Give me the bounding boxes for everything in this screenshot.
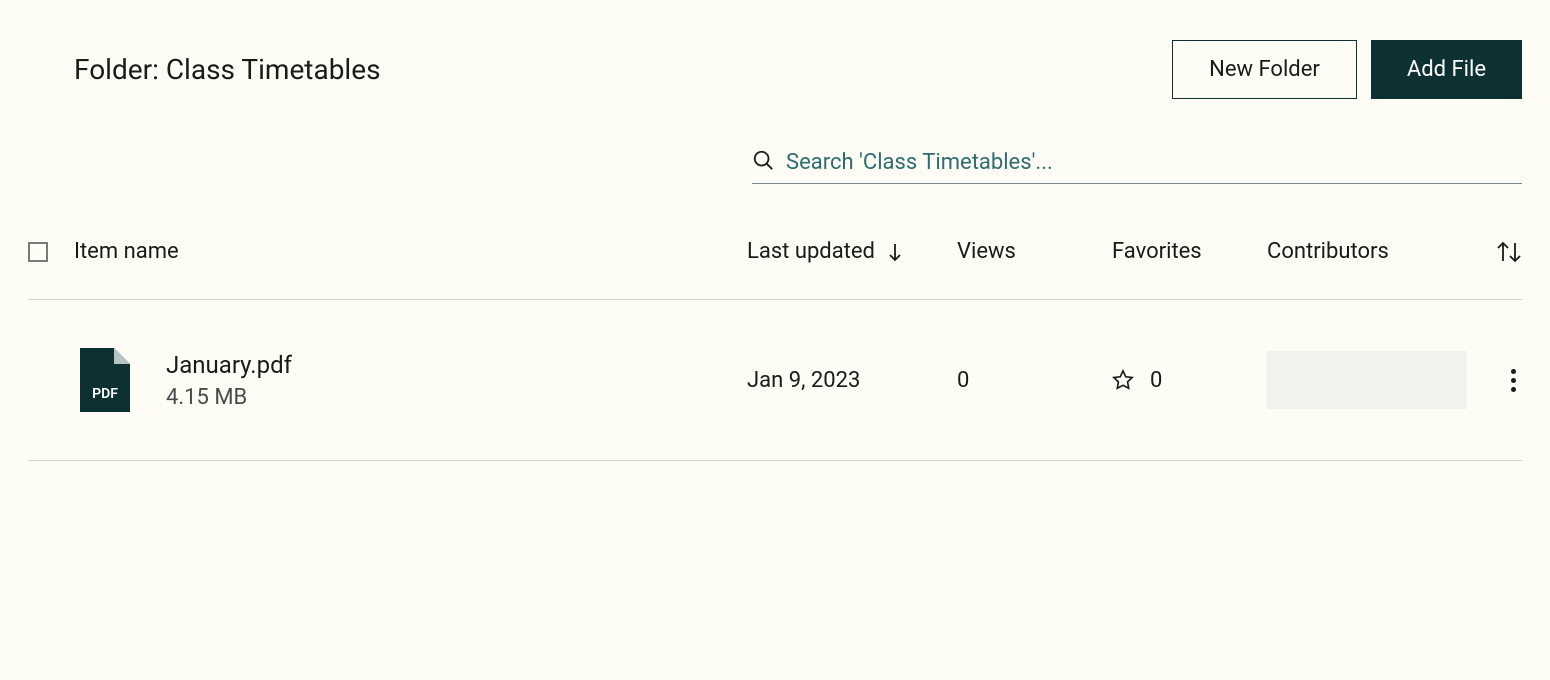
star-icon[interactable]: [1112, 369, 1134, 391]
search-container: [752, 149, 1522, 184]
new-folder-button[interactable]: New Folder: [1172, 40, 1357, 99]
file-favorites: 0: [1112, 368, 1267, 393]
column-contributors[interactable]: Contributors: [1267, 239, 1477, 264]
file-last-updated: Jan 9, 2023: [747, 368, 957, 393]
sort-icon[interactable]: [1496, 241, 1522, 263]
page-header: Folder: Class Timetables New Folder Add …: [28, 40, 1522, 99]
folder-title: Folder: Class Timetables: [74, 53, 381, 86]
column-views[interactable]: Views: [957, 239, 1112, 264]
search-row: [28, 149, 1522, 184]
column-item-name[interactable]: Item name: [74, 239, 747, 264]
file-name: January.pdf: [166, 351, 292, 379]
file-views: 0: [957, 368, 1112, 393]
column-last-updated-label: Last updated: [747, 239, 875, 264]
add-file-button[interactable]: Add File: [1371, 40, 1522, 99]
more-options-button[interactable]: [1505, 363, 1522, 398]
table-row[interactable]: PDF January.pdf 4.15 MB Jan 9, 2023 0 0: [28, 300, 1522, 461]
arrow-down-icon: [887, 242, 903, 262]
contributors-placeholder: [1267, 351, 1467, 409]
search-icon: [752, 149, 774, 175]
file-type-label: PDF: [92, 386, 118, 402]
table-header: Item name Last updated Views Favorites C…: [28, 219, 1522, 300]
column-last-updated[interactable]: Last updated: [747, 239, 957, 264]
pdf-file-icon: PDF: [80, 348, 130, 412]
file-size: 4.15 MB: [166, 385, 292, 410]
search-input[interactable]: [786, 150, 1522, 175]
select-all-checkbox[interactable]: [28, 242, 48, 262]
file-favorites-count: 0: [1150, 368, 1162, 393]
header-actions: New Folder Add File: [1172, 40, 1522, 99]
column-favorites[interactable]: Favorites: [1112, 239, 1267, 264]
